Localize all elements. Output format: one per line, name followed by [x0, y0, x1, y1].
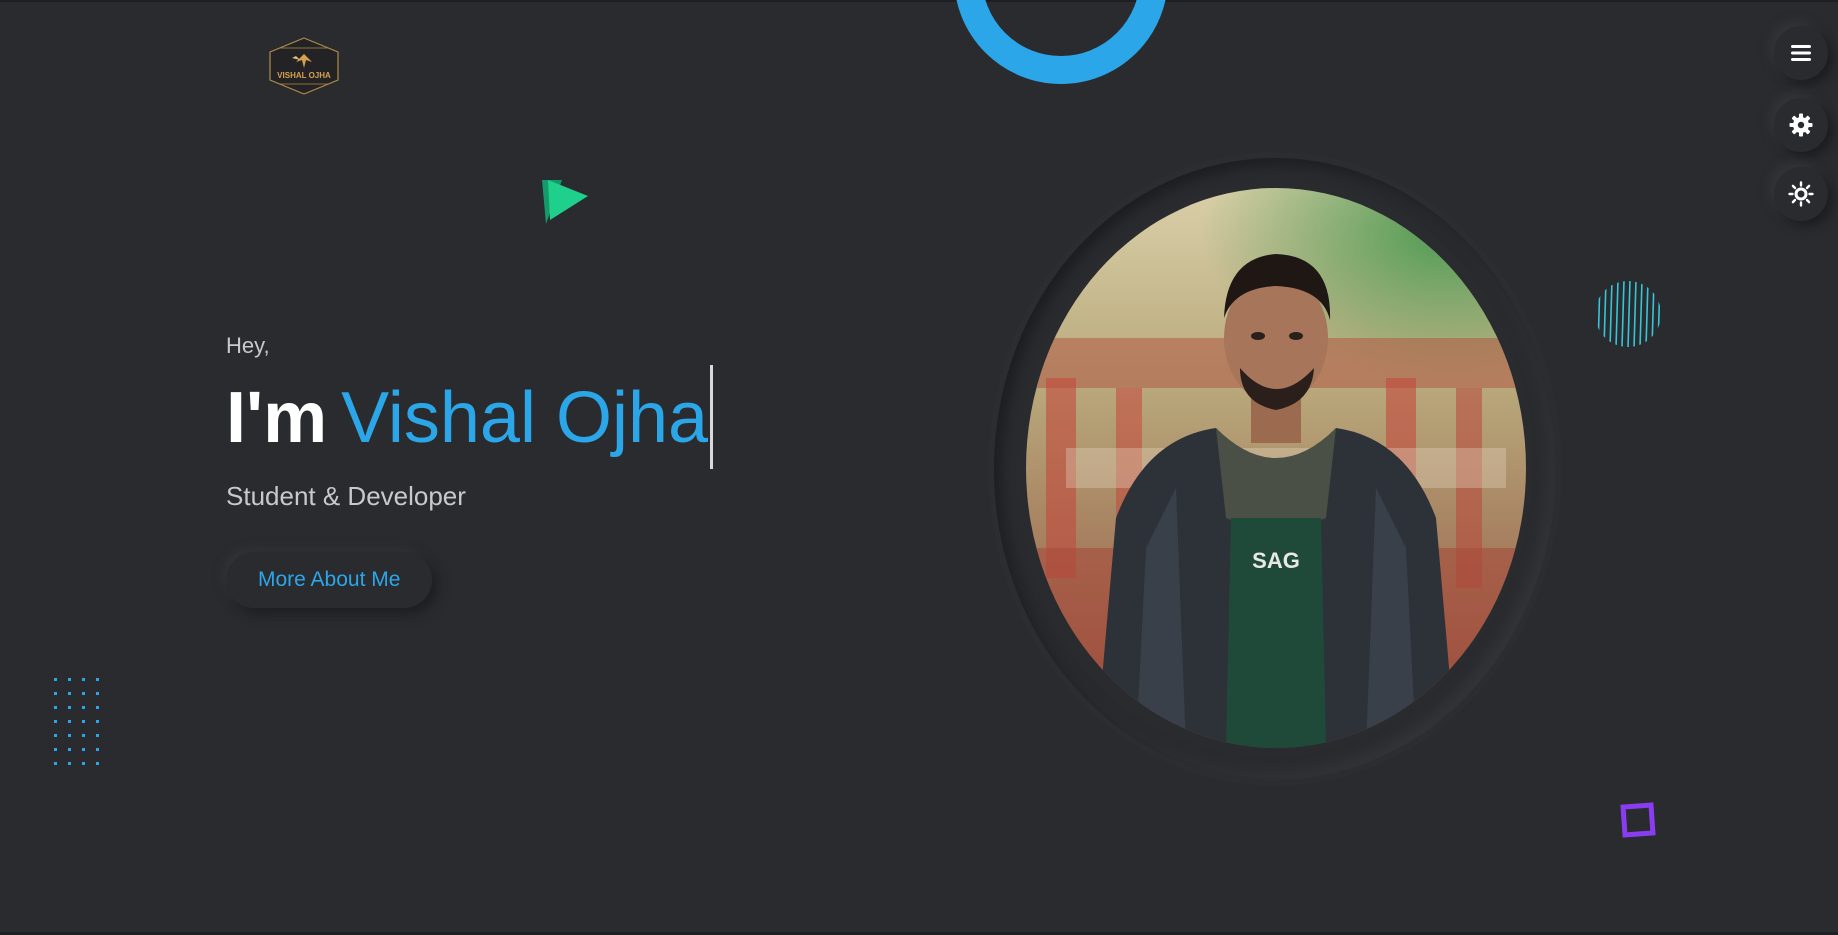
- hero-prefix: I'm: [226, 377, 328, 458]
- hero-headline: I'm Vishal Ojha: [226, 364, 926, 475]
- decorative-ring: [956, 0, 1166, 84]
- hero-name: Vishal Ojha: [341, 377, 709, 458]
- settings-button[interactable]: [1774, 98, 1828, 152]
- shirt-print-text: SAG: [1252, 548, 1300, 573]
- hero-section: Hey, I'm Vishal Ojha Student & Developer …: [226, 332, 926, 608]
- theme-toggle-button[interactable]: [1774, 167, 1828, 221]
- home-page: VISHAL OJHA Hey, I'm Vishal Ojha Student…: [0, 0, 1838, 935]
- decorative-dot-grid: [54, 678, 99, 765]
- menu-icon: [1791, 45, 1811, 61]
- more-about-me-button[interactable]: More About Me: [226, 551, 433, 608]
- typing-cursor: [710, 364, 714, 469]
- profile-photo: SAG: [1026, 188, 1526, 748]
- hero-role: Student & Developer: [226, 480, 466, 511]
- decorative-striped-circle: [1597, 281, 1661, 347]
- site-logo[interactable]: VISHAL OJHA: [266, 36, 342, 96]
- hero-greeting: Hey,: [226, 333, 270, 358]
- profile-photo-illustration: SAG: [1026, 188, 1526, 748]
- decorative-square: [1620, 802, 1656, 838]
- logo-text: VISHAL OJHA: [277, 71, 331, 80]
- menu-button[interactable]: [1774, 26, 1828, 80]
- logo-emblem: VISHAL OJHA: [269, 37, 339, 95]
- gear-icon: [1789, 113, 1813, 137]
- decorative-triangle: [542, 180, 588, 224]
- sun-icon: [1788, 181, 1814, 207]
